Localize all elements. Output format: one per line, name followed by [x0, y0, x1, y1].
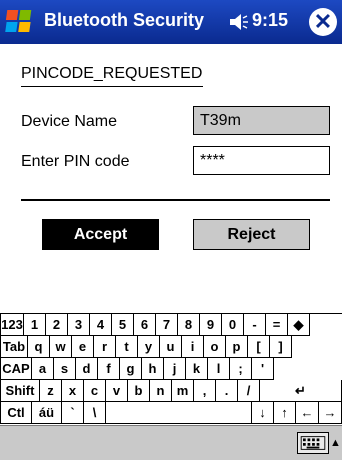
key-j[interactable]: j [164, 358, 186, 380]
keyboard-row: Ctl áü ` \ ↓ ↑ ← → [0, 402, 342, 424]
key-123[interactable]: 123 [0, 314, 24, 336]
key-tab[interactable]: Tab [0, 336, 28, 358]
key-0[interactable]: 0 [222, 314, 244, 336]
key-p[interactable]: p [226, 336, 248, 358]
keyboard-icon[interactable] [297, 432, 329, 454]
key-quote[interactable]: ' [252, 358, 274, 380]
key-3[interactable]: 3 [68, 314, 90, 336]
space-key[interactable] [106, 402, 252, 424]
key-z[interactable]: z [40, 380, 62, 402]
arrow-up-key[interactable]: ↑ [274, 402, 296, 424]
key-international[interactable]: áü [32, 402, 62, 424]
bottom-menu-bar: ▲ [0, 425, 342, 460]
key-ctrl[interactable]: Ctl [0, 402, 32, 424]
keyboard-row: CAP a s d f g h j k l ; ' [0, 358, 342, 380]
key-m[interactable]: m [172, 380, 194, 402]
enter-key[interactable]: ↵ [260, 380, 342, 402]
arrow-left-key[interactable]: ← [296, 402, 319, 424]
key-comma[interactable]: , [194, 380, 216, 402]
title-bar: Bluetooth Security 9:15 ✕ [0, 0, 342, 44]
key-v[interactable]: v [106, 380, 128, 402]
key-backtick[interactable]: ` [62, 402, 84, 424]
close-icon[interactable]: ✕ [309, 8, 337, 36]
key-6[interactable]: 6 [134, 314, 156, 336]
key-y[interactable]: y [138, 336, 160, 358]
key-8[interactable]: 8 [178, 314, 200, 336]
key-caps[interactable]: CAP [0, 358, 32, 380]
key-x[interactable]: x [62, 380, 84, 402]
key-s[interactable]: s [54, 358, 76, 380]
key-shift[interactable]: Shift [0, 380, 40, 402]
divider [21, 199, 330, 201]
request-heading: PINCODE_REQUESTED [21, 65, 203, 82]
key-r[interactable]: r [94, 336, 116, 358]
device-name-field: T39m [193, 106, 330, 135]
key-b[interactable]: b [128, 380, 150, 402]
key-d[interactable]: d [76, 358, 98, 380]
backspace-key[interactable]: ◆ [288, 314, 310, 336]
key-5[interactable]: 5 [112, 314, 134, 336]
key-f[interactable]: f [98, 358, 120, 380]
heading-underline [21, 86, 203, 87]
key-semicolon[interactable]: ; [230, 358, 252, 380]
key-9[interactable]: 9 [200, 314, 222, 336]
soft-keyboard: 123 1 2 3 4 5 6 7 8 9 0 - = ◆ Tab q w e … [0, 313, 342, 426]
key-e[interactable]: e [72, 336, 94, 358]
key-t[interactable]: t [116, 336, 138, 358]
key-period[interactable]: . [216, 380, 238, 402]
key-equals[interactable]: = [266, 314, 288, 336]
device-name-label: Device Name [21, 113, 118, 130]
key-n[interactable]: n [150, 380, 172, 402]
key-1[interactable]: 1 [24, 314, 46, 336]
keyboard-row: Tab q w e r t y u i o p [ ] [0, 336, 342, 358]
key-c[interactable]: c [84, 380, 106, 402]
key-o[interactable]: o [204, 336, 226, 358]
key-backslash[interactable]: \ [84, 402, 106, 424]
pin-label: Enter PIN code [21, 153, 130, 170]
pin-input[interactable]: **** [193, 146, 330, 175]
key-slash[interactable]: / [238, 380, 260, 402]
key-l[interactable]: l [208, 358, 230, 380]
clock[interactable]: 9:15 [252, 10, 288, 31]
keyboard-row: 123 1 2 3 4 5 6 7 8 9 0 - = ◆ [0, 314, 342, 336]
key-h[interactable]: h [142, 358, 164, 380]
key-i[interactable]: i [182, 336, 204, 358]
key-right-bracket[interactable]: ] [270, 336, 292, 358]
key-g[interactable]: g [120, 358, 142, 380]
key-4[interactable]: 4 [90, 314, 112, 336]
key-a[interactable]: a [32, 358, 54, 380]
windows-start-icon[interactable] [4, 5, 38, 39]
key-left-bracket[interactable]: [ [248, 336, 270, 358]
key-minus[interactable]: - [244, 314, 266, 336]
key-q[interactable]: q [28, 336, 50, 358]
keyboard-row: Shift z x c v b n m , . / ↵ [0, 380, 342, 402]
accept-button[interactable]: Accept [42, 219, 159, 250]
speaker-icon[interactable] [227, 11, 249, 33]
key-2[interactable]: 2 [46, 314, 68, 336]
app-title: Bluetooth Security [44, 10, 205, 30]
key-k[interactable]: k [186, 358, 208, 380]
key-w[interactable]: w [50, 336, 72, 358]
reject-button[interactable]: Reject [193, 219, 310, 250]
input-menu-arrow-icon[interactable]: ▲ [329, 432, 342, 454]
key-u[interactable]: u [160, 336, 182, 358]
arrow-down-key[interactable]: ↓ [252, 402, 274, 424]
key-7[interactable]: 7 [156, 314, 178, 336]
arrow-right-key[interactable]: → [319, 402, 342, 424]
